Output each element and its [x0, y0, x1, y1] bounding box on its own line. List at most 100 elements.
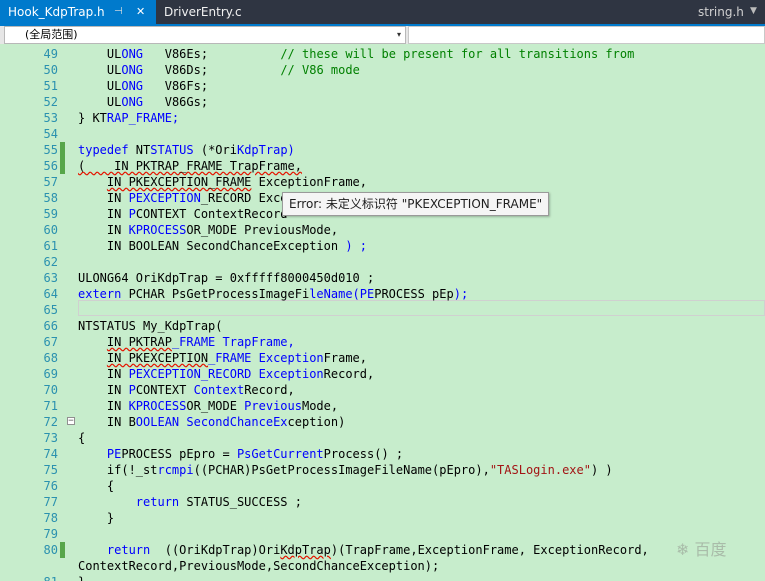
tab-hook-kdptrap-h[interactable]: Hook_KdpTrap.h ⊣ ✕: [0, 0, 156, 24]
line-number: 58: [43, 191, 58, 205]
line-number: 65: [43, 303, 58, 317]
code-text: IN BOOLEAN SecondChanceException ) ;: [78, 238, 367, 254]
tab-label: DriverEntry.c: [164, 5, 242, 19]
code-line[interactable]: 53} KTRAP_FRAME;: [22, 110, 765, 126]
code-line[interactable]: 76 {: [22, 478, 765, 494]
code-line[interactable]: 64 extern PCHAR PsGetProcessImageFileName…: [22, 286, 765, 302]
code-text: ULONG V86Gs;: [78, 94, 208, 110]
code-text: {: [78, 430, 85, 446]
code-token: return: [106, 543, 151, 557]
code-token: _FRAME TrapFrame,: [171, 335, 295, 349]
code-line[interactable]: 81}: [22, 574, 765, 581]
scope-dropdown[interactable]: (全局范围) ▾: [4, 26, 406, 44]
code-line[interactable]: 78 }: [22, 510, 765, 526]
code-line[interactable]: 60 IN KPROCESSOR_MODE PreviousMode,: [22, 222, 765, 238]
code-line[interactable]: 80 return ((OriKdpTrap)OriKdpTrap)(TrapF…: [22, 542, 765, 558]
code-text: IN PCONTEXT ContextRecord,: [78, 382, 295, 398]
code-line[interactable]: 70 IN PCONTEXT ContextRecord,: [22, 382, 765, 398]
line-number: 57: [43, 175, 58, 189]
member-dropdown[interactable]: [408, 26, 765, 44]
code-token: ((PCHAR)PsGetProcessImageFileName(pEpro)…: [193, 463, 490, 477]
code-line[interactable]: 57 IN PKEXCEPTION_FRAME ExceptionFrame,: [22, 174, 765, 190]
code-token: Record,: [323, 367, 375, 381]
code-line[interactable]: 71 IN KPROCESSOR_MODE PreviousMode,: [22, 398, 765, 414]
code-line[interactable]: 61 IN BOOLEAN SecondChanceException ) ;: [22, 238, 765, 254]
line-number: 75: [43, 463, 58, 477]
code-line[interactable]: 51 ULONG V86Fs;: [22, 78, 765, 94]
code-line[interactable]: 77 return STATUS_SUCCESS ;: [22, 494, 765, 510]
code-token: V86Gs;: [143, 95, 209, 109]
code-token: ception): [287, 415, 346, 429]
code-text: extern PCHAR PsGetProcessImageFileName(P…: [78, 286, 468, 302]
code-line[interactable]: 66 NTSTATUS My_KdpTrap(: [22, 318, 765, 334]
line-number: 71: [43, 399, 58, 413]
code-text: ContextRecord,PreviousMode,SecondChanceE…: [78, 558, 439, 574]
error-tooltip: Error: 未定义标识符 "PKEXCEPTION_FRAME": [282, 192, 550, 216]
code-token: _FRAME Exception: [208, 351, 324, 365]
code-editor[interactable]: 49 ULONG V86Es; // these will be present…: [0, 44, 765, 581]
code-line[interactable]: 49 ULONG V86Es; // these will be present…: [22, 46, 765, 62]
line-number: 77: [43, 495, 58, 509]
code-line[interactable]: 63 ULONG64 OriKdpTrap = 0xfffff8000450d01…: [22, 270, 765, 286]
tab-driverentry-c[interactable]: DriverEntry.c: [156, 0, 286, 24]
code-line[interactable]: 75 if(!_strcmpi((PCHAR)PsGetProcessImage…: [22, 462, 765, 478]
line-number: 60: [43, 223, 58, 237]
code-token: Previous: [244, 399, 302, 413]
code-line[interactable]: 68 IN PKEXCEPTION_FRAME ExceptionFrame,: [22, 350, 765, 366]
code-line[interactable]: 79: [22, 526, 765, 542]
code-token: ULONG64 OriKdpTrap = 0xfffff8000450d010 …: [78, 271, 375, 285]
code-text: IN PEXCEPTION_RECORD Exce: [78, 190, 288, 206]
code-line[interactable]: 67 IN PKTRAP_FRAME TrapFrame,: [22, 334, 765, 350]
line-number: 68: [43, 351, 58, 365]
line-number: 73: [43, 431, 58, 445]
code-line[interactable]: 65: [22, 302, 765, 318]
code-line[interactable]: 56 ( IN PKTRAP_FRAME TrapFrame,: [22, 158, 765, 174]
line-number: 76: [43, 479, 58, 493]
code-line[interactable]: 73 {: [22, 430, 765, 446]
code-token: STATUS: [150, 143, 194, 157]
code-line[interactable]: 55 typedef NTSTATUS (*OriKdpTrap): [22, 142, 765, 158]
change-marker: [60, 158, 65, 174]
code-text: return STATUS_SUCCESS ;: [78, 494, 302, 510]
code-token: KPROCESS: [128, 223, 187, 237]
collapse-icon[interactable]: −: [67, 417, 75, 426]
code-token: IN: [78, 207, 129, 221]
code-text: ULONG V86Fs;: [78, 78, 208, 94]
tab-list-dropdown-icon[interactable]: ▼: [750, 0, 757, 23]
code-token: ) ): [590, 463, 613, 477]
line-number: 64: [43, 287, 58, 301]
code-token: PCHAR PsGetProcessImageFi: [121, 287, 310, 301]
line-number: 63: [43, 271, 58, 285]
code-token: (*Ori: [193, 143, 237, 157]
tab-string-h[interactable]: string.h ▼: [690, 0, 765, 24]
code-line[interactable]: 50 ULONG V86Ds; // V86 mode: [22, 62, 765, 78]
code-token: IN: [78, 383, 129, 397]
code-line[interactable]: 62: [22, 254, 765, 270]
navigation-bar: (全局范围) ▾: [0, 26, 765, 44]
pin-icon[interactable]: ⊣: [114, 0, 123, 24]
code-token: leName(PE: [309, 287, 375, 301]
code-token: typedef: [78, 143, 129, 157]
line-number: 55: [43, 143, 58, 157]
code-text: if(!_strcmpi((PCHAR)PsGetProcessImageFil…: [78, 462, 613, 478]
code-token: rcmpi: [157, 463, 194, 477]
line-number: 50: [43, 63, 58, 77]
close-icon[interactable]: ✕: [136, 0, 145, 24]
code-line[interactable]: ContextRecord,PreviousMode,SecondChanceE…: [22, 558, 765, 574]
code-line[interactable]: 72− IN BOOLEAN SecondChanceException): [22, 414, 765, 430]
code-line[interactable]: 69 IN PEXCEPTION_RECORD ExceptionRecord,: [22, 366, 765, 382]
code-token: KPROCESS: [128, 399, 187, 413]
tab-label: string.h: [698, 5, 744, 19]
code-token: PROCESS pEpro =: [121, 447, 237, 461]
code-line[interactable]: 74 PEPROCESS pEpro = PsGetCurrentProcess…: [22, 446, 765, 462]
chevron-down-icon[interactable]: ▾: [397, 27, 401, 43]
line-number: 79: [43, 527, 58, 541]
error-squiggle-token: IN PKEXCEPTION: [106, 351, 209, 365]
code-token: // V86 mode: [280, 63, 360, 77]
line-number: 67: [43, 335, 58, 349]
code-line[interactable]: 52 ULONG V86Gs;: [22, 94, 765, 110]
code-line[interactable]: 54: [22, 126, 765, 142]
line-number: 56: [43, 159, 58, 173]
